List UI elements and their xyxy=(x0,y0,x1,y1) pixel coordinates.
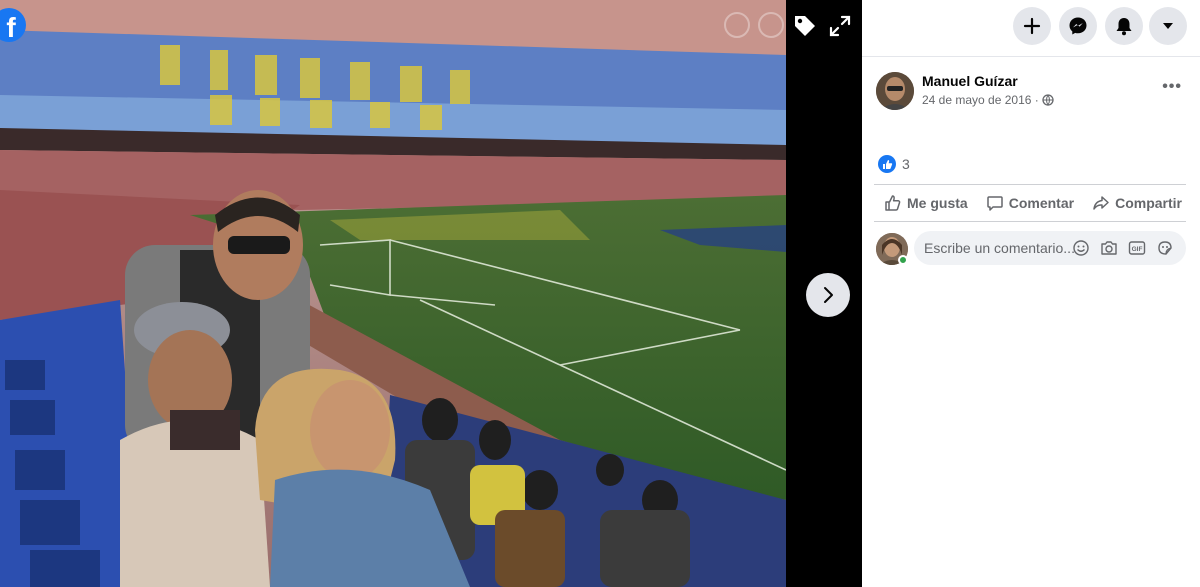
post-timestamp[interactable]: 24 de mayo de 2016 · xyxy=(922,93,1054,107)
reactions-summary[interactable]: 3 xyxy=(878,155,910,173)
plus-icon xyxy=(1023,17,1041,35)
post-sidebar: Manuel Guízar 24 de mayo de 2016 · ••• 3… xyxy=(862,0,1200,587)
thumbs-up-icon xyxy=(885,195,901,211)
comment-placeholder: Escribe un comentario... xyxy=(924,240,1075,256)
create-button[interactable] xyxy=(1013,7,1051,45)
top-actions-bar xyxy=(862,0,1200,57)
comment-tools: GIF xyxy=(1072,239,1174,257)
post-photo[interactable] xyxy=(0,0,786,587)
ellipsis-icon: ••• xyxy=(1162,78,1182,95)
post-header: Manuel Guízar 24 de mayo de 2016 · ••• xyxy=(876,72,1192,112)
gif-icon[interactable]: GIF xyxy=(1128,239,1146,257)
expand-icon[interactable] xyxy=(828,14,852,38)
like-label: Me gusta xyxy=(907,195,968,211)
comment-button[interactable]: Comentar xyxy=(986,194,1074,212)
online-status-dot xyxy=(898,255,908,265)
messenger-icon xyxy=(1069,17,1087,35)
stadium-photo-illustration xyxy=(0,0,786,587)
comment-label: Comentar xyxy=(1008,195,1075,211)
emoji-icon[interactable] xyxy=(1072,239,1090,257)
camera-icon[interactable] xyxy=(1100,239,1118,257)
author-avatar[interactable] xyxy=(876,72,914,110)
share-icon xyxy=(1093,196,1109,210)
post-date-text: 24 de mayo de 2016 · xyxy=(922,93,1039,107)
photo-viewer: f xyxy=(0,0,862,587)
comment-composer: Escribe un comentario... GIF xyxy=(876,231,1188,267)
next-photo-button[interactable] xyxy=(806,273,850,317)
like-button[interactable]: Me gusta xyxy=(884,194,968,212)
globe-icon xyxy=(1042,94,1054,106)
caret-down-icon xyxy=(1163,23,1173,29)
facebook-logo-letter: f xyxy=(6,12,16,43)
like-icon xyxy=(878,155,896,173)
author-name[interactable]: Manuel Guízar xyxy=(922,73,1018,89)
account-menu-button[interactable] xyxy=(1149,7,1187,45)
messenger-button[interactable] xyxy=(1059,7,1097,45)
post-actions-bar: Me gusta Comentar Compartir xyxy=(874,184,1186,222)
bell-icon xyxy=(1116,18,1132,36)
tag-icon[interactable] xyxy=(792,13,818,39)
sticker-icon[interactable] xyxy=(1156,239,1174,257)
share-button[interactable]: Compartir xyxy=(1092,194,1182,212)
notifications-button[interactable] xyxy=(1105,7,1143,45)
post-options-button[interactable]: ••• xyxy=(1162,78,1182,96)
zoom-out-icon[interactable] xyxy=(758,12,784,38)
zoom-in-icon[interactable] xyxy=(724,12,750,38)
svg-text:GIF: GIF xyxy=(1132,246,1143,253)
reaction-count: 3 xyxy=(902,156,910,172)
comment-icon xyxy=(986,196,1003,211)
share-label: Compartir xyxy=(1115,195,1182,211)
chevron-right-icon xyxy=(824,287,833,303)
